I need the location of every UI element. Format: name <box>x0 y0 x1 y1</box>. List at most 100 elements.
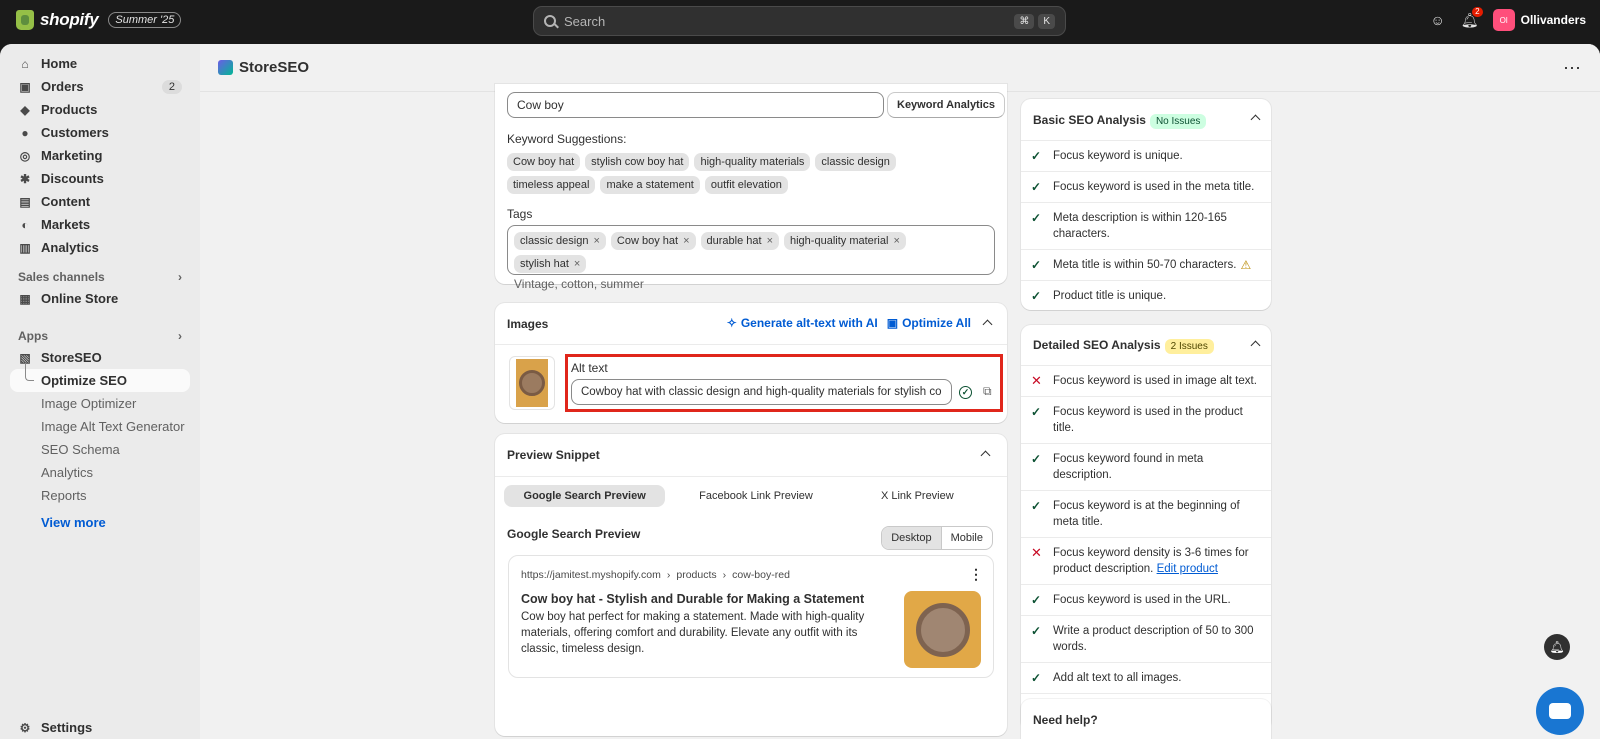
apps-header[interactable]: Apps › <box>10 310 190 346</box>
search-bar[interactable]: Search ⌘ K <box>533 6 1066 36</box>
chevron-up-icon[interactable] <box>1250 340 1261 350</box>
sidebar-item-label: Discounts <box>41 171 104 186</box>
remove-tag-icon[interactable]: × <box>683 235 689 247</box>
sidebar-item-online-store[interactable]: ▦ Online Store <box>10 287 190 310</box>
desktop-toggle[interactable]: Desktop <box>882 527 942 549</box>
sidebar-item-analytics[interactable]: ▥ Analytics <box>10 236 190 259</box>
sidebar-nav: ⌂ Home ▣ Orders 2 ◆ Products ● Customers ◎ Marketi… <box>10 52 190 537</box>
check-circle-icon[interactable]: ✓ <box>959 386 972 399</box>
keyword-suggestion-chip[interactable]: outfit elevation <box>704 176 788 194</box>
basic-seo-title: Basic SEO Analysis No Issues <box>1033 112 1207 129</box>
sidebar-subitem-seo-schema[interactable]: SEO Schema <box>10 438 190 461</box>
kebab-menu-icon[interactable]: ⋮ <box>969 566 983 583</box>
optimize-all-button[interactable]: ▣ Optimize All <box>887 316 971 330</box>
target-icon: ◎ <box>19 148 31 163</box>
seo-check-content: Focus keyword found in meta description. <box>1053 451 1261 483</box>
sidebar-item-markets[interactable]: ◐ Markets <box>10 213 190 236</box>
seo-check-text: Focus keyword density is 3-6 times for p… <box>1053 547 1249 575</box>
sidebar-item-discounts[interactable]: ✱ Discounts <box>10 167 190 190</box>
store-avatar: Ol <box>1492 9 1515 31</box>
basic-seo-header[interactable]: Basic SEO Analysis No Issues <box>1021 99 1271 140</box>
sidebar-item-settings[interactable]: ⚙ Settings <box>18 720 93 735</box>
keyword-suggestion-chip[interactable]: stylish cow boy hat <box>585 153 690 171</box>
content-icon: ▤ <box>19 194 31 209</box>
sidebar-item-marketing[interactable]: ◎ Marketing <box>10 144 190 167</box>
detailed-seo-header[interactable]: Detailed SEO Analysis 2 Issues <box>1021 325 1271 365</box>
top-bar: shopify Summer '25 Search ⌘ K ☺ 🔔︎ 2 Ol O… <box>0 0 1600 44</box>
check-icon: ✓ <box>1031 289 1042 303</box>
remove-tag-icon[interactable]: × <box>767 235 773 247</box>
keyword-analytics-button[interactable]: Keyword Analytics <box>887 92 1006 118</box>
sidebar-item-storeseo[interactable]: ▧ StoreSEO <box>10 346 190 369</box>
tag-chip: classic design × <box>514 232 606 250</box>
seo-check-text: Focus keyword is at the beginning of met… <box>1053 500 1240 528</box>
preview-snippet-title: Preview Snippet <box>507 448 600 462</box>
status-badge: 2 Issues <box>1164 339 1214 354</box>
bell-icon[interactable]: 🔔︎ 2 <box>1461 7 1483 29</box>
tab-facebook-link-preview[interactable]: Facebook Link Preview <box>675 485 836 507</box>
sidebar-subitem-analytics[interactable]: Analytics <box>10 461 190 484</box>
shopify-logo[interactable]: shopify Summer '25 <box>16 10 182 30</box>
sidekick-icon[interactable]: ☺ <box>1429 11 1447 29</box>
tab-x-link-preview[interactable]: X Link Preview <box>837 485 998 507</box>
copy-icon[interactable]: ⧉ <box>983 384 992 399</box>
store-switcher[interactable]: Ol Ollivanders <box>1492 9 1586 31</box>
sidebar-item-orders[interactable]: ▣ Orders 2 <box>10 75 190 98</box>
sidebar-item-products[interactable]: ◆ Products <box>10 98 190 121</box>
tags-input[interactable]: classic design × Cow boy hat × durable hat × h… <box>507 225 995 291</box>
remove-tag-icon[interactable]: × <box>593 235 599 247</box>
basic-seo-title-text: Basic SEO Analysis <box>1033 112 1146 127</box>
search-icon <box>544 15 556 27</box>
kbd-cmd: ⌘ <box>1014 13 1035 29</box>
keyword-suggestion-chip[interactable]: timeless appeal <box>507 176 596 194</box>
tab-google-search-preview[interactable]: Google Search Preview <box>504 485 666 507</box>
keyword-suggestion-chip[interactable]: high-quality materials <box>694 153 811 171</box>
detailed-seo-title: Detailed SEO Analysis 2 Issues <box>1033 338 1214 354</box>
app-subnav: Optimize SEO Image Optimizer Image Alt Tex… <box>10 363 190 507</box>
sidebar-subitem-reports[interactable]: Reports <box>10 484 190 507</box>
edit-product-link[interactable]: Edit product <box>1157 563 1218 575</box>
keyword-suggestion-chip[interactable]: classic design <box>815 153 896 171</box>
sidebar-subitem-optimize-seo[interactable]: Optimize SEO <box>10 363 190 392</box>
seo-check-text: Focus keyword found in meta description. <box>1053 453 1204 481</box>
chevron-up-icon[interactable] <box>1250 114 1261 125</box>
chat-button[interactable] <box>1536 687 1584 735</box>
sidebar-subitem-image-alt-text-generator[interactable]: Image Alt Text Generator <box>10 415 190 438</box>
focus-keyword-input[interactable]: Cow boy <box>507 92 884 118</box>
chevron-up-icon[interactable] <box>982 319 993 330</box>
generate-alt-text-label: Generate alt-text with AI <box>740 316 878 330</box>
seo-check-content: Write a product description of 50 to 300… <box>1053 623 1261 655</box>
sidebar-item-label: Marketing <box>41 148 103 163</box>
tag-label: stylish hat <box>520 258 569 270</box>
sidebar-item-home[interactable]: ⌂ Home <box>10 52 190 75</box>
sidebar-item-label: Analytics <box>41 240 99 255</box>
divider <box>495 344 1007 345</box>
check-icon: ✓ <box>1031 258 1042 272</box>
keyword-suggestion-chip[interactable]: Cow boy hat <box>507 153 581 171</box>
mobile-toggle[interactable]: Mobile <box>942 527 992 549</box>
seo-check-text: Write a product description of 50 to 300… <box>1053 625 1254 653</box>
basic-seo-card: Basic SEO Analysis No Issues ✓ Focus keywo… <box>1021 99 1271 310</box>
remove-tag-icon[interactable]: × <box>893 235 899 247</box>
notification-bell-button[interactable]: 🔔︎ <box>1544 634 1570 660</box>
alt-text-input[interactable]: Cowboy hat with classic design and high-… <box>571 379 952 405</box>
chevron-up-icon[interactable] <box>980 450 991 461</box>
seo-check-text: Focus keyword is used in the meta title. <box>1053 181 1255 193</box>
optimize-icon: ▣ <box>886 316 899 330</box>
product-image-thumbnail[interactable] <box>509 356 555 410</box>
tag-label: durable hat <box>706 235 762 247</box>
check-icon: ✓ <box>1031 180 1042 194</box>
seo-check-text: Add alt text to all images. <box>1053 672 1182 684</box>
seo-check-content: Focus keyword is at the beginning of met… <box>1053 498 1261 530</box>
sidebar-item-customers[interactable]: ● Customers <box>10 121 190 144</box>
sales-channels-header[interactable]: Sales channels › <box>10 259 190 287</box>
sidebar-subitem-image-optimizer[interactable]: Image Optimizer <box>10 392 190 415</box>
generate-alt-text-button[interactable]: ✧ Generate alt-text with AI <box>727 316 878 330</box>
remove-tag-icon[interactable]: × <box>574 258 580 270</box>
hat-shape <box>519 370 545 396</box>
sidebar-item-content[interactable]: ▤ Content <box>10 190 190 213</box>
check-icon: ✓ <box>1031 149 1042 163</box>
view-more-link[interactable]: View more <box>10 507 190 537</box>
keyword-suggestion-chip[interactable]: make a statement <box>600 176 700 194</box>
more-actions-icon[interactable]: ⋯ <box>1563 58 1582 79</box>
